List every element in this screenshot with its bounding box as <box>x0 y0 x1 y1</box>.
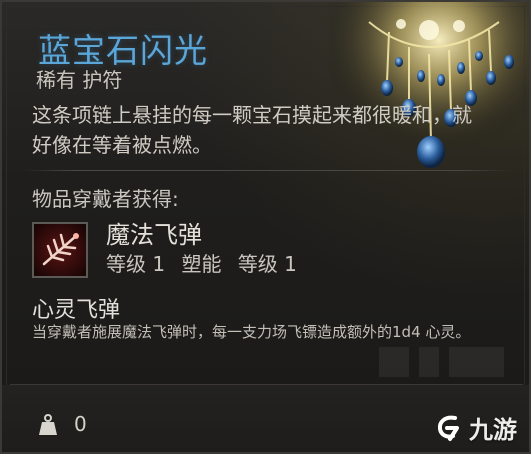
item-tooltip: 蓝宝石闪光 稀有 护符 这条项链上悬挂的每一颗宝石摸起来都很暖和，就好像在等着被… <box>0 0 531 454</box>
spell-meta: 等级 1 塑能 等级 1 <box>106 248 307 277</box>
footer-divider <box>10 384 523 385</box>
watermark-text: 九游 <box>469 416 517 444</box>
faint-watermark-graphic <box>379 347 504 377</box>
spell-name: 魔法飞弹 <box>106 221 202 249</box>
passive-name: 心灵飞弹 <box>32 298 121 323</box>
magic-missile-icon[interactable] <box>32 222 88 278</box>
spell-level: 等级 1 <box>106 252 166 276</box>
grants-label: 物品穿戴者获得: <box>32 187 179 211</box>
section-divider <box>24 170 511 171</box>
spell-rank: 等级 1 <box>237 252 297 276</box>
weight-icon <box>39 414 57 435</box>
weight-value: 0 <box>74 412 87 436</box>
amulet-illustration <box>329 2 529 192</box>
site-watermark: 九游 <box>435 410 517 445</box>
spell-school: 塑能 <box>181 252 222 276</box>
item-description: 这条项链上悬挂的每一颗宝石摸起来都很暖和，就好像在等着被点燃。 <box>32 103 472 157</box>
item-rarity-type: 稀有 护符 <box>36 68 123 92</box>
spell-icon-graphic <box>42 233 79 266</box>
watermark-logo-icon <box>437 415 459 441</box>
passive-description: 当穿戴者施展魔法飞弹时，每一支力场飞镖造成额外的1d4 心灵。 <box>32 323 471 341</box>
